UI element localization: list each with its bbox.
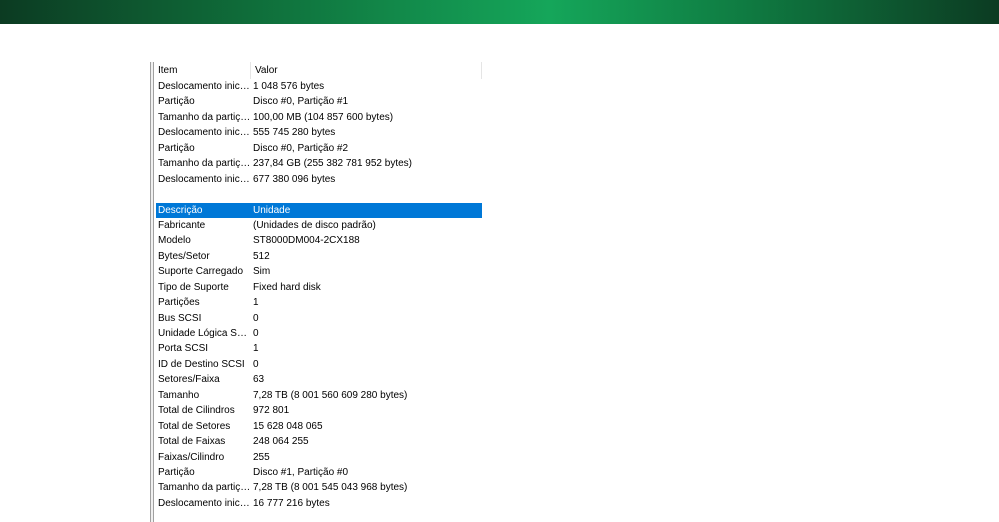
row-item-label: Deslocamento inicial... — [158, 497, 251, 509]
row-item-label: Deslocamento inicial... — [158, 173, 251, 185]
list-row[interactable]: Partição Disco #0, Partição #2 — [156, 141, 482, 156]
row-item-label: Total de Faixas — [158, 436, 226, 448]
row-item-label: Bus SCSI — [158, 312, 202, 324]
row-item-label: Partições — [158, 297, 200, 309]
details-list-pane: Item Valor Deslocamento inicial... 1 048 … — [154, 62, 999, 522]
list-row[interactable]: Total de Faixas 248 064 255 — [156, 434, 482, 449]
row-item-label: Unidade Lógica SCSI — [158, 328, 251, 339]
row-item-label: ID de Destino SCSI — [158, 358, 245, 370]
list-row[interactable]: Tipo de Suporte Fixed hard disk — [156, 280, 482, 295]
row-value: 555 745 280 bytes — [253, 127, 336, 139]
list-row[interactable]: Descrição Unidade — [156, 202, 482, 218]
row-value: Disco #1, Partição #0 — [253, 466, 349, 478]
row-item-label: Fabricante — [158, 219, 206, 231]
row-item-label: Descrição — [158, 204, 203, 216]
list-row[interactable] — [156, 187, 482, 202]
row-value: 15 628 048 065 — [253, 420, 323, 432]
row-value: Disco #0, Partição #1 — [253, 96, 349, 108]
list-row[interactable]: Deslocamento inicial... 677 380 096 bytes — [156, 172, 482, 187]
category-tree-pane[interactable] — [0, 62, 150, 522]
row-value: 1 — [253, 297, 259, 309]
row-item-label: Bytes/Setor — [158, 250, 210, 262]
list-row[interactable]: Partição Disco #0, Partição #1 — [156, 94, 482, 109]
row-item-label: Total de Setores — [158, 420, 231, 432]
row-item-label: Faixas/Cilindro — [158, 451, 225, 463]
row-item-label: Tamanho — [158, 389, 200, 401]
row-value: 248 064 255 — [253, 436, 309, 448]
list-row[interactable]: Faixas/Cilindro 255 — [156, 450, 482, 465]
row-item-label: Tamanho da partição — [158, 158, 251, 170]
row-item-label: Total de Cilindros — [158, 405, 235, 417]
row-value: 237,84 GB (255 382 781 952 bytes) — [253, 158, 413, 170]
list-row[interactable]: Modelo ST8000DM004-2CX188 — [156, 233, 482, 248]
row-value: ST8000DM004-2CX188 — [253, 235, 360, 247]
title-bar-banner — [0, 0, 999, 24]
row-value: (Unidades de disco padrão) — [253, 219, 376, 231]
column-header-value[interactable]: Valor — [251, 62, 482, 79]
list-row[interactable]: Suporte Carregado Sim — [156, 264, 482, 279]
list-row[interactable]: Tamanho da partição 237,84 GB (255 382 78… — [156, 156, 482, 171]
row-value: 1 — [253, 343, 259, 355]
list-row[interactable]: Tamanho da partição 7,28 TB (8 001 545 04… — [156, 480, 482, 495]
details-rows: Deslocamento inicial... 1 048 576 bytes Pa… — [156, 79, 482, 511]
row-value: 7,28 TB (8 001 545 043 968 bytes) — [253, 482, 408, 494]
list-row[interactable]: Partições 1 — [156, 295, 482, 310]
row-value: Sim — [253, 266, 271, 278]
row-item-label: Deslocamento inicial... — [158, 127, 251, 139]
row-item-label: Tamanho da partição — [158, 482, 251, 494]
list-row[interactable]: Deslocamento inicial... 1 048 576 bytes — [156, 79, 482, 94]
row-item-label: Partição — [158, 142, 195, 154]
row-value: 512 — [253, 250, 270, 262]
row-item-label: Partição — [158, 96, 195, 108]
list-row[interactable]: Unidade Lógica SCSI 0 — [156, 326, 482, 341]
toolbar-area — [0, 24, 999, 63]
row-value: 16 777 216 bytes — [253, 497, 330, 509]
row-item-label: Modelo — [158, 235, 191, 247]
row-value: 1 048 576 bytes — [253, 81, 325, 92]
row-value: Fixed hard disk — [253, 281, 321, 293]
row-value: 63 — [253, 374, 265, 386]
row-value: 7,28 TB (8 001 560 609 280 bytes) — [253, 389, 408, 401]
list-header: Item Valor — [154, 62, 482, 79]
list-row[interactable]: Total de Cilindros 972 801 — [156, 403, 482, 418]
list-row[interactable]: Partição Disco #1, Partição #0 — [156, 465, 482, 480]
row-value: 255 — [253, 451, 270, 463]
row-item-label: Partição — [158, 466, 195, 478]
column-header-item[interactable]: Item — [154, 62, 251, 79]
list-row[interactable]: Deslocamento inicial... 555 745 280 bytes — [156, 125, 482, 140]
list-row[interactable]: Tamanho 7,28 TB (8 001 560 609 280 bytes) — [156, 388, 482, 403]
row-item-label: Deslocamento inicial... — [158, 81, 251, 92]
row-item-label: Setores/Faixa — [158, 374, 220, 386]
row-item-label: Tamanho da partição — [158, 111, 251, 123]
row-value: Disco #0, Partição #2 — [253, 142, 349, 154]
row-value: 0 — [253, 312, 259, 324]
row-item-label: Suporte Carregado — [158, 266, 244, 278]
row-value: 0 — [253, 358, 259, 370]
row-item-label: Porta SCSI — [158, 343, 209, 355]
row-value: 677 380 096 bytes — [253, 173, 336, 185]
list-row[interactable]: Setores/Faixa 63 — [156, 372, 482, 387]
row-value: 100,00 MB (104 857 600 bytes) — [253, 111, 394, 123]
list-row[interactable]: Bus SCSI 0 — [156, 311, 482, 326]
list-row[interactable]: Total de Setores 15 628 048 065 — [156, 419, 482, 434]
list-row[interactable]: ID de Destino SCSI 0 — [156, 357, 482, 372]
row-value: Unidade — [253, 204, 291, 216]
row-value: 0 — [253, 328, 259, 339]
list-row[interactable]: Bytes/Setor 512 — [156, 249, 482, 264]
row-value: 972 801 — [253, 405, 290, 417]
list-row[interactable]: Deslocamento inicial... 16 777 216 bytes — [156, 496, 482, 511]
row-item-label: Tipo de Suporte — [158, 281, 229, 293]
list-row[interactable]: Fabricante (Unidades de disco padrão) — [156, 218, 482, 233]
list-row[interactable]: Tamanho da partição 100,00 MB (104 857 60… — [156, 110, 482, 125]
list-row[interactable]: Porta SCSI 1 — [156, 341, 482, 356]
